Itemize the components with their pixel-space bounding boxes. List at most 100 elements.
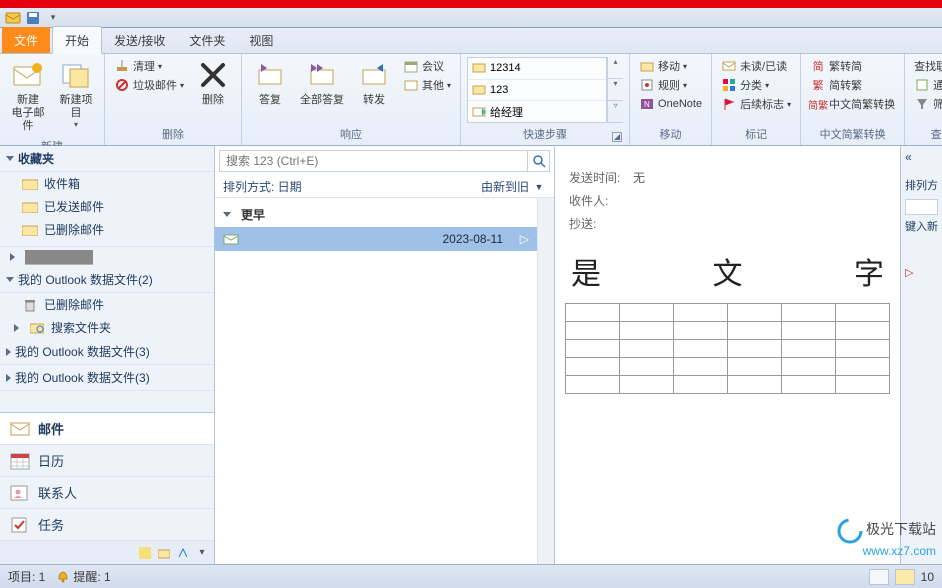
group-respond: 答复 全部答复 转发 会议 其他▾ 响应 xyxy=(242,54,461,145)
new-items-icon xyxy=(60,59,92,91)
body-char: 文 xyxy=(713,249,743,293)
configure-buttons-icon[interactable]: ▾ xyxy=(194,545,210,561)
nav-corner-buttons: ▾ xyxy=(0,541,214,564)
group-delete-label: 删除 xyxy=(111,124,235,145)
meeting-button[interactable]: 会议 xyxy=(400,57,454,75)
categorize-button[interactable]: 分类▾ xyxy=(718,76,794,94)
nav-sent[interactable]: 已发送邮件 xyxy=(0,195,214,218)
view-reading-button[interactable] xyxy=(895,569,915,585)
ribbon: 新建 电子邮件 新建项目 ▾ 新建 清理▾ 垃圾邮件▾ 删除 xyxy=(0,54,942,146)
todo-arrange-label: 排列方 xyxy=(905,178,938,195)
quickstep-item[interactable]: 123 xyxy=(468,80,606,102)
followup-button[interactable]: 后续标志▾ xyxy=(718,95,794,113)
search-icon[interactable] xyxy=(527,151,549,171)
group-header-earlier[interactable]: 更早 xyxy=(215,198,537,227)
reply-button[interactable]: 答复 xyxy=(248,57,292,109)
todo-new-task-input[interactable] xyxy=(905,199,938,215)
module-tasks[interactable]: 任务 xyxy=(0,509,214,541)
chinese-convert-button[interactable]: 简繁中文简繁转换 xyxy=(807,95,898,113)
mail-item-selected[interactable]: 2023-08-11 ▷ xyxy=(215,227,537,251)
reply-all-button[interactable]: 全部答复 xyxy=(296,57,348,109)
favorites-header[interactable]: 收藏夹 xyxy=(0,146,214,172)
todo-enter-label: 键入新 xyxy=(905,219,938,236)
forward-button[interactable]: 转发 xyxy=(352,57,396,109)
quicksteps-gallery[interactable]: 12314 123 给经理 xyxy=(467,57,607,123)
onenote-button[interactable]: NOneNote xyxy=(636,95,705,113)
reply-all-icon xyxy=(306,59,338,91)
todo-bar-collapsed[interactable]: « 排列方 键入新 ▷ xyxy=(900,146,942,564)
simp-to-trad-button[interactable]: 繁简转繁 xyxy=(807,76,898,94)
arrange-by-row[interactable]: 排列方式: 日期 由新到旧▼ xyxy=(215,176,554,198)
flag-icon xyxy=(721,96,737,112)
delete-button[interactable]: 删除 xyxy=(191,57,235,109)
chevron-down-icon[interactable]: ▼ xyxy=(532,182,546,192)
shortcuts-icon[interactable] xyxy=(175,545,191,561)
sent-time-value: 无 xyxy=(633,169,645,186)
datafile3-header[interactable]: 我的 Outlook 数据文件(3) xyxy=(0,365,214,391)
new-mail-button[interactable]: 新建 电子邮件 xyxy=(6,57,50,136)
arrange-order-label: 由新到旧 xyxy=(481,178,529,195)
expand-todo-icon[interactable]: « xyxy=(905,150,912,164)
datafile2-header[interactable]: 我的 Outlook 数据文件(3) xyxy=(0,339,214,365)
quickstep-item[interactable]: 12314 xyxy=(468,58,606,80)
find-contact-button[interactable]: 查找联系 xyxy=(911,57,942,75)
main-area: 收藏夹 收件箱 已发送邮件 已删除邮件 ████████ 我的 Outlook … xyxy=(0,146,942,564)
tab-view[interactable]: 视图 xyxy=(237,27,285,53)
group-new: 新建 电子邮件 新建项目 ▾ 新建 xyxy=(0,54,105,145)
app-icon xyxy=(4,10,22,26)
nav-modules: 邮件 日历 联系人 任务 ▾ xyxy=(0,412,214,564)
folder-move-icon xyxy=(639,58,655,74)
module-contacts[interactable]: 联系人 xyxy=(0,477,214,509)
nav-deleted[interactable]: 已删除邮件 xyxy=(0,218,214,241)
notes-shortcut-icon[interactable] xyxy=(137,545,153,561)
junk-button[interactable]: 垃圾邮件▾ xyxy=(111,76,187,94)
folder-shortcut-icon[interactable] xyxy=(156,545,172,561)
move-button[interactable]: 移动▾ xyxy=(636,57,705,75)
tab-home[interactable]: 开始 xyxy=(52,26,102,54)
status-item-count: 项目: 1 xyxy=(8,568,45,585)
group-tags-label: 标记 xyxy=(718,124,794,145)
clean-button[interactable]: 清理▾ xyxy=(111,57,187,75)
tab-send-receive[interactable]: 发送/接收 xyxy=(102,27,177,53)
quicksteps-scroll[interactable]: ▴▾▿ xyxy=(607,57,623,123)
mail-item-date: 2023-08-11 xyxy=(443,232,504,246)
rules-button[interactable]: 规则▾ xyxy=(636,76,705,94)
address-book-button[interactable]: 通讯 xyxy=(911,76,942,94)
cc-label: 抄送: xyxy=(569,215,621,232)
new-item-button[interactable]: 新建项目 ▾ xyxy=(54,57,98,132)
nav-df1-search[interactable]: 搜索文件夹 xyxy=(0,316,214,339)
module-mail[interactable]: 邮件 xyxy=(0,413,214,445)
module-calendar[interactable]: 日历 xyxy=(0,445,214,477)
flag-outline-icon[interactable]: ▷ xyxy=(520,232,529,246)
contacts-module-icon xyxy=(10,484,30,502)
s2t-icon: 繁 xyxy=(810,77,826,93)
status-reminders[interactable]: 提醒: 1 xyxy=(57,568,110,585)
navigation-pane: 收藏夹 收件箱 已发送邮件 已删除邮件 ████████ 我的 Outlook … xyxy=(0,146,215,564)
respond-more-button[interactable]: 其他▾ xyxy=(400,76,454,94)
search-box[interactable] xyxy=(219,150,550,172)
mail-icon xyxy=(12,59,44,91)
svg-text:N: N xyxy=(644,100,650,109)
trad-to-simp-button[interactable]: 简繁转简 xyxy=(807,57,898,75)
datafile1-header[interactable]: 我的 Outlook 数据文件(2) xyxy=(0,267,214,293)
unread-button[interactable]: 未读/已读 xyxy=(718,57,794,75)
tab-file[interactable]: 文件 xyxy=(2,27,50,53)
message-list-pane: 排列方式: 日期 由新到旧▼ 更早 2023-08-11 ▷ xyxy=(215,146,555,564)
watermark: 极光下载站 www.xz7.com xyxy=(837,518,936,560)
nav-df1-deleted[interactable]: 已删除邮件 xyxy=(0,293,214,316)
tab-folder[interactable]: 文件夹 xyxy=(177,27,237,53)
qat-save-icon[interactable] xyxy=(24,10,42,26)
more-icon xyxy=(403,77,419,93)
group-find: 查找联系 通讯 筛选 查 xyxy=(905,54,942,145)
group-chinese-label: 中文简繁转换 xyxy=(807,124,898,145)
quickstep-item[interactable]: 给经理 xyxy=(468,101,606,122)
filter-button[interactable]: 筛选 xyxy=(911,95,942,113)
dialog-launcher-icon[interactable]: ◢ xyxy=(612,132,622,142)
group-quicksteps-label: 快速步骤◢ xyxy=(467,124,623,145)
message-list-scrollbar[interactable] xyxy=(537,198,554,564)
search-input[interactable] xyxy=(220,151,527,171)
nav-inbox[interactable]: 收件箱 xyxy=(0,172,214,195)
view-normal-button[interactable] xyxy=(869,569,889,585)
window-titlebar xyxy=(0,0,942,8)
qat-undo-dropdown-icon[interactable]: ▾ xyxy=(44,10,62,26)
